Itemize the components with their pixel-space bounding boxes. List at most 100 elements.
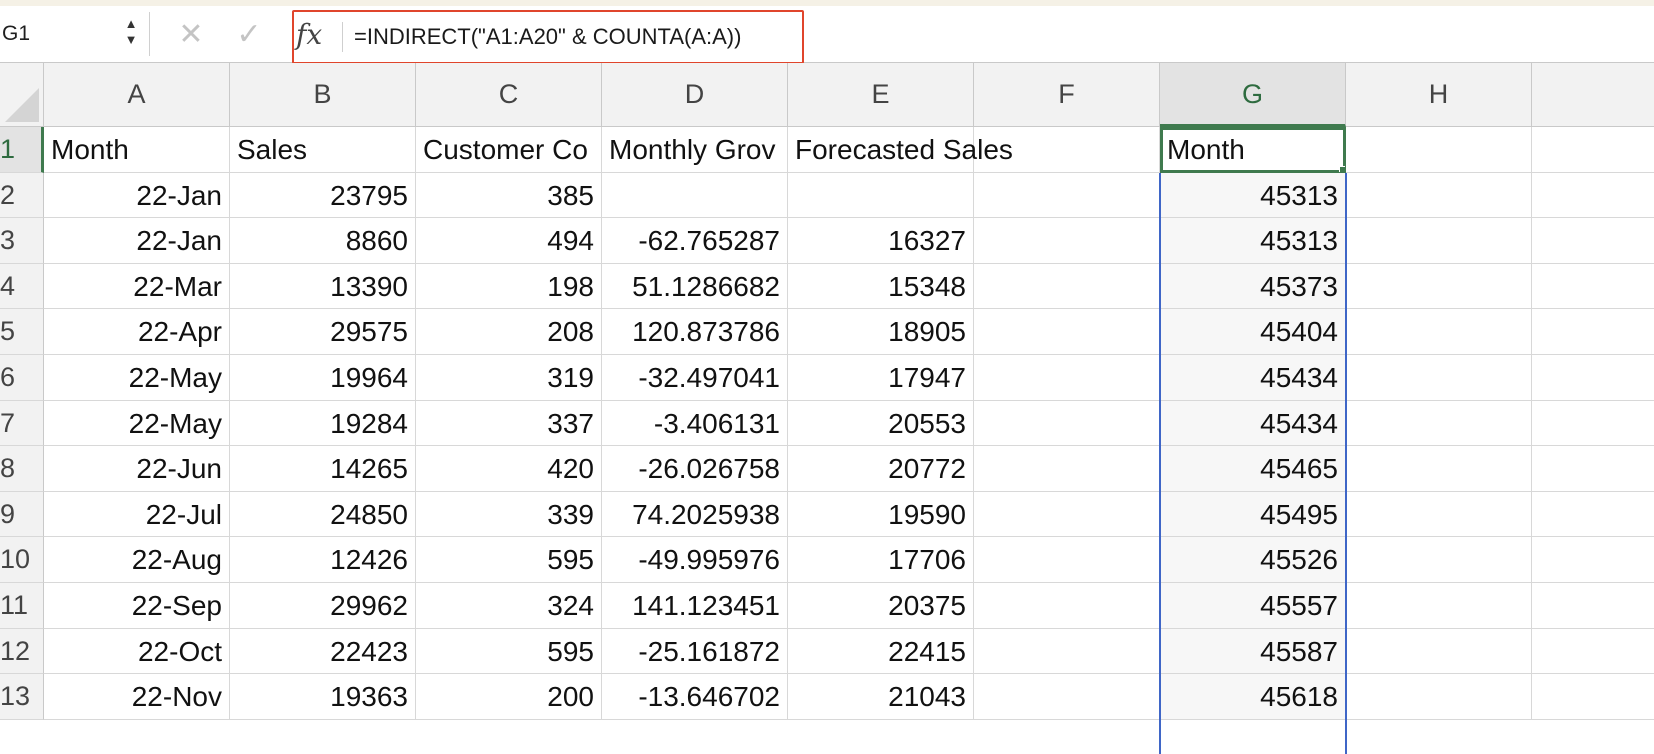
column-header-blank[interactable]: [1532, 63, 1654, 127]
cell-d8[interactable]: -26.026758: [602, 446, 788, 492]
cancel-icon[interactable]: ✕: [176, 20, 206, 50]
cell-d5[interactable]: 120.873786: [602, 309, 788, 355]
fill-handle[interactable]: [1339, 165, 1345, 172]
row-header-8[interactable]: 8: [0, 446, 44, 492]
cell-g3[interactable]: 45313: [1160, 218, 1346, 264]
cell-f5[interactable]: [974, 309, 1160, 355]
cell-f8[interactable]: [974, 446, 1160, 492]
cell-b6[interactable]: 19964: [230, 354, 416, 401]
cell-g6[interactable]: 45434: [1160, 354, 1346, 401]
cell-h10[interactable]: [1346, 537, 1532, 583]
cell-h6[interactable]: [1346, 354, 1532, 401]
column-header-a[interactable]: A: [44, 63, 230, 127]
cell-g1[interactable]: Month: [1160, 127, 1346, 173]
cell-d11[interactable]: 141.123451: [602, 582, 788, 629]
cell-d6[interactable]: -32.497041: [602, 354, 788, 401]
cell-e4[interactable]: 15348: [788, 263, 974, 310]
cell-g5[interactable]: 45404: [1160, 309, 1346, 355]
cell-c6[interactable]: 319: [416, 354, 602, 401]
cell-c4[interactable]: 198: [416, 263, 602, 310]
cell-x5[interactable]: [1532, 309, 1654, 355]
cell-h12[interactable]: [1346, 628, 1532, 675]
cell-b4[interactable]: 13390: [230, 263, 416, 310]
cell-d12[interactable]: -25.161872: [602, 628, 788, 675]
cell-a9[interactable]: 22-Jul: [44, 491, 230, 538]
cell-e5[interactable]: 18905: [788, 309, 974, 355]
cell-c10[interactable]: 595: [416, 537, 602, 583]
cell-a3[interactable]: 22-Jan: [44, 218, 230, 264]
cell-x11[interactable]: [1532, 582, 1654, 629]
cell-a7[interactable]: 22-May: [44, 400, 230, 447]
cell-a6[interactable]: 22-May: [44, 354, 230, 401]
cell-c7[interactable]: 337: [416, 400, 602, 447]
cell-f9[interactable]: [974, 491, 1160, 538]
cell-b2[interactable]: 23795: [230, 172, 416, 219]
cell-c8[interactable]: 420: [416, 446, 602, 492]
cell-h7[interactable]: [1346, 400, 1532, 447]
cell-a4[interactable]: 22-Mar: [44, 263, 230, 310]
cell-g7[interactable]: 45434: [1160, 400, 1346, 447]
cell-g13[interactable]: 45618: [1160, 674, 1346, 720]
cell-e13[interactable]: 21043: [788, 674, 974, 720]
fx-icon[interactable]: fx: [296, 18, 322, 51]
cell-a10[interactable]: 22-Aug: [44, 537, 230, 583]
cell-e3[interactable]: 16327: [788, 218, 974, 264]
row-header-2[interactable]: 2: [0, 172, 44, 219]
cell-x1[interactable]: [1532, 127, 1654, 173]
cell-h9[interactable]: [1346, 491, 1532, 538]
cell-b5[interactable]: 29575: [230, 309, 416, 355]
select-all-corner[interactable]: [0, 63, 44, 127]
cell-b13[interactable]: 19363: [230, 674, 416, 720]
column-header-c[interactable]: C: [416, 63, 602, 127]
row-header-13[interactable]: 13: [0, 674, 44, 720]
cell-h13[interactable]: [1346, 674, 1532, 720]
cell-f4[interactable]: [974, 263, 1160, 310]
cell-x13[interactable]: [1532, 674, 1654, 720]
name-box[interactable]: G1 ▲ ▼: [0, 12, 150, 56]
cell-d10[interactable]: -49.995976: [602, 537, 788, 583]
cell-g2[interactable]: 45313: [1160, 172, 1346, 219]
cell-a12[interactable]: 22-Oct: [44, 628, 230, 675]
row-header-6[interactable]: 6: [0, 354, 44, 401]
cell-c3[interactable]: 494: [416, 218, 602, 264]
row-header-10[interactable]: 10: [0, 537, 44, 583]
column-header-f[interactable]: F: [974, 63, 1160, 127]
cell-d3[interactable]: -62.765287: [602, 218, 788, 264]
cell-a1[interactable]: Month: [44, 127, 230, 173]
cell-c9[interactable]: 339: [416, 491, 602, 538]
cell-f7[interactable]: [974, 400, 1160, 447]
row-header-1[interactable]: 1: [0, 127, 44, 173]
cell-a8[interactable]: 22-Jun: [44, 446, 230, 492]
cell-e6[interactable]: 17947: [788, 354, 974, 401]
cell-a13[interactable]: 22-Nov: [44, 674, 230, 720]
cell-b3[interactable]: 8860: [230, 218, 416, 264]
cell-a5[interactable]: 22-Apr: [44, 309, 230, 355]
column-header-b[interactable]: B: [230, 63, 416, 127]
cell-h3[interactable]: [1346, 218, 1532, 264]
cell-c1[interactable]: Customer Co: [416, 127, 602, 173]
name-box-stepper[interactable]: ▲ ▼: [120, 16, 142, 54]
cell-f13[interactable]: [974, 674, 1160, 720]
cell-d7[interactable]: -3.406131: [602, 400, 788, 447]
cell-h1[interactable]: [1346, 127, 1532, 173]
cell-e9[interactable]: 19590: [788, 491, 974, 538]
cell-h8[interactable]: [1346, 446, 1532, 492]
column-header-g[interactable]: G: [1160, 63, 1346, 127]
cell-g8[interactable]: 45465: [1160, 446, 1346, 492]
cell-b12[interactable]: 22423: [230, 628, 416, 675]
cell-c5[interactable]: 208: [416, 309, 602, 355]
cell-h5[interactable]: [1346, 309, 1532, 355]
cell-c12[interactable]: 595: [416, 628, 602, 675]
cell-e10[interactable]: 17706: [788, 537, 974, 583]
cell-x10[interactable]: [1532, 537, 1654, 583]
row-header-4[interactable]: 4: [0, 263, 44, 310]
cell-g10[interactable]: 45526: [1160, 537, 1346, 583]
cell-a2[interactable]: 22-Jan: [44, 172, 230, 219]
name-box-value[interactable]: G1: [2, 22, 30, 46]
cell-e1[interactable]: Forecasted Sales: [788, 127, 1013, 173]
cell-e2[interactable]: [788, 172, 974, 219]
cell-x3[interactable]: [1532, 218, 1654, 264]
row-header-12[interactable]: 12: [0, 628, 44, 675]
cell-x8[interactable]: [1532, 446, 1654, 492]
cell-d13[interactable]: -13.646702: [602, 674, 788, 720]
